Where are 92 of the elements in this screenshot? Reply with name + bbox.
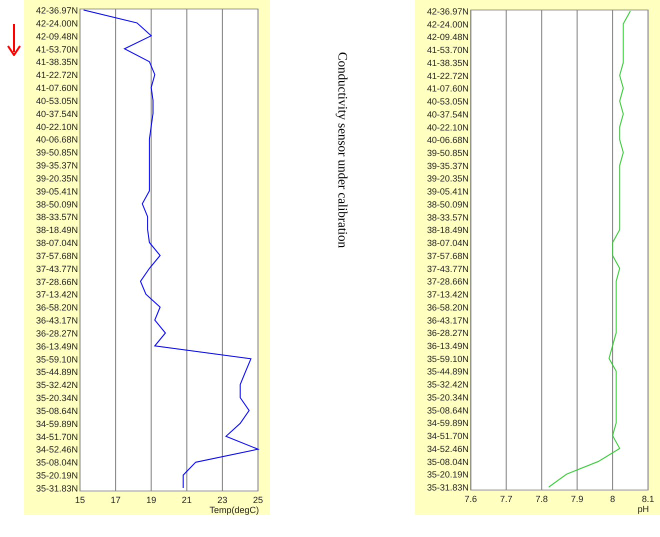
y-axis-label: 38-50.09N — [426, 200, 469, 210]
y-axis-label: 36-43.17N — [426, 315, 469, 326]
y-axis-label: 37-28.66N — [36, 276, 78, 287]
y-axis-label: 40-53.05N — [36, 96, 78, 106]
y-axis-label: 35-44.89N — [426, 366, 469, 377]
y-axis-label: 36-13.49N — [36, 341, 78, 352]
y-axis-label: 35-31.83N — [426, 482, 469, 493]
y-axis-label: 40-37.54N — [426, 109, 469, 120]
y-axis-label: 38-50.09N — [36, 199, 78, 210]
y-axis-label: 39-20.35N — [426, 174, 469, 184]
y-axis-label: 35-20.34N — [426, 392, 469, 402]
y-axis-label: 37-43.77N — [36, 264, 78, 274]
y-axis-label: 39-50.85N — [426, 148, 469, 158]
y-axis-label: 37-43.77N — [426, 264, 469, 274]
y-axis-label: 35-08.64N — [426, 405, 469, 416]
x-tick-label: 8 — [610, 494, 616, 504]
y-axis-label: 39-35.37N — [36, 160, 78, 171]
y-axis-label: 35-31.83N — [36, 484, 78, 494]
y-axis-label: 35-32.42N — [426, 380, 469, 390]
y-axis-label: 38-07.04N — [426, 238, 469, 248]
y-axis-label: 37-13.42N — [426, 290, 469, 300]
y-axis-label: 41-38.35N — [426, 58, 469, 68]
y-axis-label: 35-59.10N — [426, 354, 469, 364]
y-axis-label: 34-52.46N — [426, 444, 469, 454]
x-tick-label: 21 — [182, 495, 192, 505]
y-axis-label: 38-18.49N — [36, 225, 78, 236]
y-axis-label: 41-07.60N — [36, 83, 78, 94]
y-axis-label: 42-09.48N — [426, 32, 469, 42]
axis-title: pH — [638, 504, 650, 514]
y-axis-label: 37-57.68N — [426, 250, 469, 261]
x-tick-label: 23 — [217, 495, 228, 505]
y-axis-label: 36-13.49N — [426, 341, 469, 352]
down-arrow-icon — [7, 24, 21, 56]
y-axis-label: 42-09.48N — [36, 31, 78, 42]
y-axis-label: 37-57.68N — [36, 250, 78, 261]
x-tick-label: 7.8 — [535, 494, 548, 504]
y-axis-label: 42-24.00N — [426, 19, 469, 30]
x-tick-label: 7.7 — [500, 494, 512, 504]
y-axis-label: 34-51.70N — [426, 431, 469, 442]
y-axis-label: 41-22.72N — [36, 70, 78, 80]
x-tick-label: 19 — [146, 495, 156, 505]
y-axis-label: 40-22.10N — [36, 122, 78, 132]
y-axis-label: 36-28.27N — [426, 328, 469, 338]
y-axis-label: 38-07.04N — [36, 238, 78, 248]
y-axis-label: 35-59.10N — [36, 354, 78, 364]
y-axis-label: 42-36.97N — [36, 6, 78, 16]
x-tick-label: 7.9 — [570, 494, 584, 504]
y-axis-label: 35-44.89N — [36, 367, 78, 378]
y-axis-label: 39-05.41N — [426, 186, 469, 197]
y-axis-label: 38-33.57N — [36, 212, 78, 222]
y-axis-label: 42-24.00N — [36, 18, 78, 28]
y-axis-label: 34-59.89N — [36, 418, 78, 429]
y-axis-label: 38-18.49N — [426, 225, 469, 236]
y-axis-label: 40-06.68N — [36, 134, 78, 145]
x-tick-label: 25 — [253, 495, 263, 505]
y-axis-label: 41-22.72N — [426, 70, 469, 81]
y-axis-label: 35-20.19N — [36, 470, 78, 481]
y-axis-label: 41-38.35N — [36, 57, 78, 68]
y-axis-label: 37-28.66N — [426, 276, 469, 287]
x-tick-label: 17 — [110, 495, 121, 505]
y-axis-label: 34-52.46N — [36, 444, 78, 455]
y-axis-label: 35-32.42N — [36, 380, 78, 390]
y-axis-label: 40-53.05N — [426, 96, 469, 107]
y-axis-label: 35-08.64N — [36, 406, 78, 416]
y-axis-label: 41-07.60N — [426, 84, 469, 94]
y-axis-label: 36-43.17N — [36, 316, 78, 326]
y-axis-label: 35-20.19N — [426, 470, 469, 480]
y-axis-label: 41-53.70N — [36, 44, 78, 54]
y-axis-label: 36-28.27N — [36, 328, 78, 338]
y-axis-label: 40-06.68N — [426, 135, 469, 146]
annotation-text: Conductivity sensor under calibration — [334, 52, 350, 248]
y-axis-label: 40-22.10N — [426, 122, 469, 132]
y-axis-label: 34-59.89N — [426, 418, 469, 428]
y-axis-label: 35-20.34N — [36, 393, 78, 404]
y-axis-label: 35-08.04N — [36, 458, 78, 468]
y-axis-label: 36-58.20N — [426, 302, 469, 312]
y-axis-label: 40-37.54N — [36, 108, 78, 119]
y-axis-label: 35-08.04N — [426, 456, 469, 467]
y-axis-label: 41-53.70N — [426, 45, 469, 56]
y-axis-label: 39-35.37N — [426, 160, 469, 171]
x-tick-label: 15 — [75, 495, 85, 505]
x-tick-label: 8.1 — [642, 494, 654, 504]
y-axis-label: 37-13.42N — [36, 290, 78, 300]
y-axis-label: 39-50.85N — [36, 148, 78, 158]
y-axis-label: 39-05.41N — [36, 186, 78, 196]
y-axis-label: 39-20.35N — [36, 173, 78, 184]
y-axis-label: 36-58.20N — [36, 302, 78, 313]
y-axis-label: 42-36.97N — [426, 6, 469, 16]
x-tick-label: 7.6 — [464, 494, 477, 504]
y-axis-label: 34-51.70N — [36, 432, 78, 442]
y-axis-label: 38-33.57N — [426, 212, 469, 222]
axis-title: Temp(degC) — [209, 505, 259, 515]
